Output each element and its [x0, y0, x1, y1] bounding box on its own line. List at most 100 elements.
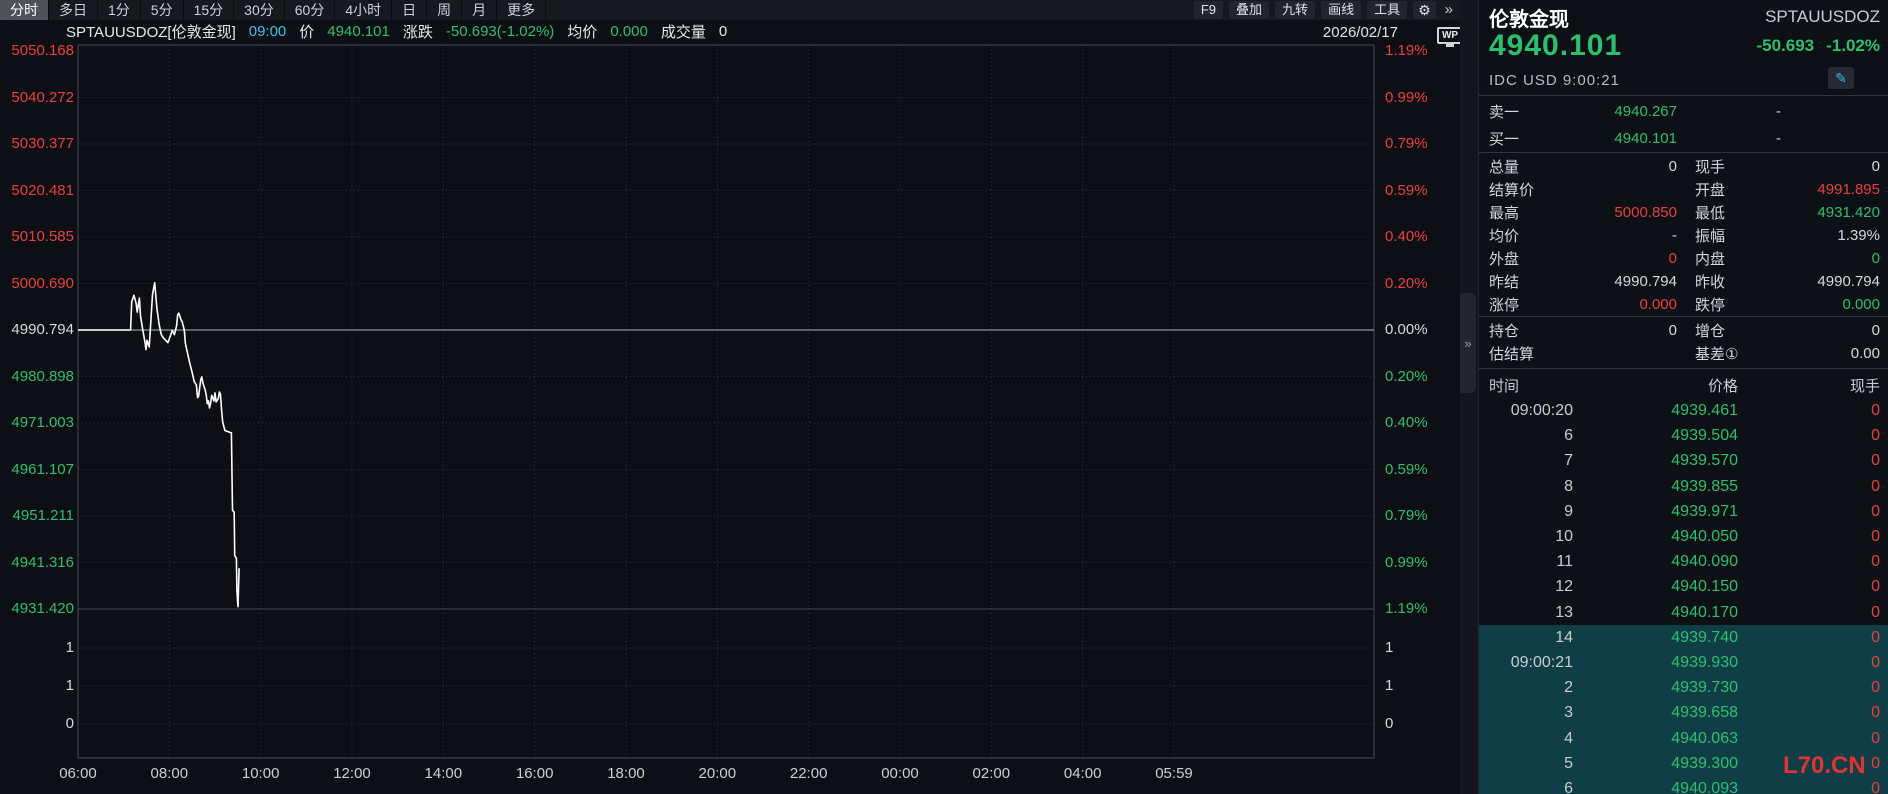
- tick-row[interactable]: 134940.1700: [1479, 600, 1888, 626]
- tick-time: 11: [1489, 553, 1573, 571]
- toolbar-right-buttons: F9 叠加 九转 画线 工具 ⚙ »: [1188, 0, 1460, 20]
- stat-label: 0.000: [1565, 296, 1677, 313]
- divider: [1479, 152, 1888, 153]
- percent-tick-label: 1.19%: [1385, 600, 1428, 617]
- tick-row[interactable]: 64939.5040: [1479, 423, 1888, 449]
- price-tick-label: 4990.794: [2, 321, 74, 338]
- time-tick-label: 22:00: [779, 765, 839, 782]
- tick-price: 4940.150: [1573, 578, 1738, 596]
- price-value: 4940.101: [327, 23, 390, 40]
- percent-tick-label: 0.99%: [1385, 89, 1428, 106]
- tools-button[interactable]: 工具: [1367, 1, 1407, 19]
- stat-value: 增仓: [1695, 320, 1771, 341]
- percent-tick-label: 0.99%: [1385, 554, 1428, 571]
- tick-row[interactable]: 94939.9710: [1479, 499, 1888, 525]
- tab-30分[interactable]: 30分: [234, 0, 285, 20]
- tick-row[interactable]: 24939.7300: [1479, 675, 1888, 701]
- tick-row[interactable]: 09:00:214939.9300: [1479, 650, 1888, 676]
- tick-row[interactable]: 114940.0900: [1479, 549, 1888, 575]
- instrument-symbol: SPTAUUSDOZ: [1765, 7, 1880, 27]
- draw-line-button[interactable]: 画线: [1321, 1, 1361, 19]
- tick-volume: 0: [1738, 528, 1880, 546]
- stat-label: 4990.794: [1565, 273, 1677, 290]
- price-tick-label: 5020.481: [2, 182, 74, 199]
- tick-time: 2: [1489, 679, 1573, 697]
- tick-row[interactable]: 44940.0630: [1479, 726, 1888, 752]
- volume-tick-label: 0: [1385, 715, 1393, 732]
- tick-row[interactable]: 124940.1500: [1479, 574, 1888, 600]
- tick-price: 4939.730: [1573, 679, 1738, 697]
- change-label: 涨跌: [403, 21, 433, 42]
- tab-多日[interactable]: 多日: [49, 0, 98, 20]
- tab-5分[interactable]: 5分: [141, 0, 184, 20]
- tick-time: 7: [1489, 452, 1573, 470]
- tick-row[interactable]: 74939.5700: [1479, 448, 1888, 474]
- stat-value: 估结算: [1489, 343, 1565, 364]
- tick-volume: 0: [1738, 704, 1880, 722]
- trading-app-window: 分时多日1分5分15分30分60分4小时日周月更多 F9 叠加 九转 画线 工具…: [0, 0, 1888, 794]
- tick-time: 10: [1489, 528, 1573, 546]
- toolbar-more-icon[interactable]: »: [1442, 1, 1456, 19]
- quote-panel: 伦敦金现 SPTAUUSDOZ 4940.101 -50.693 -1.02% …: [1478, 0, 1888, 794]
- tab-分时[interactable]: 分时: [0, 0, 49, 20]
- tick-volume: 0: [1738, 629, 1880, 647]
- overlay-button[interactable]: 叠加: [1229, 1, 1269, 19]
- tick-price: 4939.658: [1573, 704, 1738, 722]
- tick-volume: 0: [1738, 780, 1880, 794]
- tick-price: 4939.855: [1573, 478, 1738, 496]
- stat-label: 0: [1565, 158, 1677, 175]
- stat-label: 1.39%: [1771, 227, 1880, 244]
- stat-label: 0.000: [1771, 296, 1880, 313]
- edit-pencil-icon[interactable]: ✎: [1828, 67, 1854, 89]
- column-header: 现手: [1738, 375, 1880, 396]
- time-tick-label: 08:00: [139, 765, 199, 782]
- stat-value: 结算价: [1489, 179, 1565, 200]
- stat-value: 内盘: [1695, 248, 1771, 269]
- gear-icon[interactable]: ⚙: [1413, 1, 1436, 19]
- volume-label: 成交量: [661, 21, 706, 42]
- bid-row[interactable]: 买一 4940.101 -: [1489, 125, 1880, 151]
- price-tick-label: 4951.211: [2, 507, 74, 524]
- tick-time: 5: [1489, 755, 1573, 773]
- percent-tick-label: 0.59%: [1385, 182, 1428, 199]
- nine-turn-button[interactable]: 九转: [1275, 1, 1315, 19]
- symbol-label: SPTAUUSDOZ[伦敦金现]: [66, 21, 236, 42]
- tick-time: 6: [1489, 780, 1573, 794]
- tab-周[interactable]: 周: [427, 0, 462, 20]
- time-tick-label: 12:00: [322, 765, 382, 782]
- column-header: 价格: [1573, 375, 1738, 396]
- stat-value: 涨停: [1489, 294, 1565, 315]
- percent-tick-label: 0.59%: [1385, 461, 1428, 478]
- tick-row[interactable]: 104940.0500: [1479, 524, 1888, 550]
- tab-60分[interactable]: 60分: [285, 0, 336, 20]
- tab-15分[interactable]: 15分: [184, 0, 235, 20]
- tick-row[interactable]: 84939.8550: [1479, 474, 1888, 500]
- time-tick-label: 20:00: [687, 765, 747, 782]
- stat-label: 4931.420: [1771, 204, 1880, 221]
- stat-value: 现手: [1695, 156, 1771, 177]
- tick-row[interactable]: 144939.7400: [1479, 625, 1888, 651]
- tab-4小时[interactable]: 4小时: [335, 0, 392, 20]
- tab-日[interactable]: 日: [392, 0, 427, 20]
- tick-row[interactable]: 09:00:204939.4610: [1479, 398, 1888, 424]
- tab-更多[interactable]: 更多: [497, 0, 546, 20]
- stat-value: 跌停: [1695, 294, 1771, 315]
- tick-time: 14: [1489, 629, 1573, 647]
- stat-value: 最低: [1695, 202, 1771, 223]
- stat-label: 0: [1565, 322, 1677, 339]
- stat-label: 0: [1565, 250, 1677, 267]
- stat-value: 基差①: [1695, 343, 1771, 364]
- panel-collapse-handle[interactable]: »: [1460, 293, 1476, 393]
- volume-tick-label: 1: [2, 677, 74, 694]
- stat-value: 开盘: [1695, 179, 1771, 200]
- f9-button[interactable]: F9: [1194, 1, 1223, 19]
- percent-tick-label: 1.19%: [1385, 42, 1428, 59]
- period-toolbar: 分时多日1分5分15分30分60分4小时日周月更多 F9 叠加 九转 画线 工具…: [0, 0, 1460, 20]
- ask-row[interactable]: 卖一 4940.267 -: [1489, 98, 1880, 124]
- tick-volume: 0: [1738, 402, 1880, 420]
- tab-月[interactable]: 月: [462, 0, 497, 20]
- stat-value: 持仓: [1489, 320, 1565, 341]
- tab-1分[interactable]: 1分: [98, 0, 141, 20]
- percent-tick-label: 0.00%: [1385, 321, 1428, 338]
- tick-row[interactable]: 34939.6580: [1479, 700, 1888, 726]
